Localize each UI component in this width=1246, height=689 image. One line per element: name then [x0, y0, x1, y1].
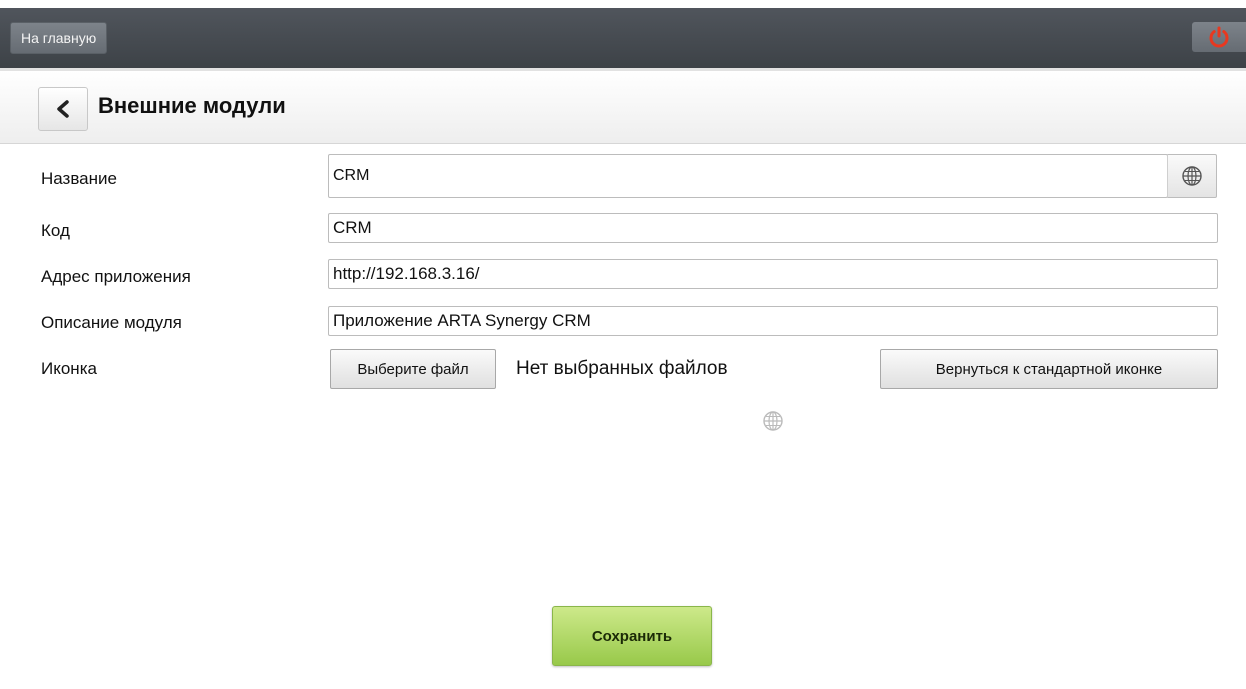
top-toolbar: На главную	[0, 8, 1246, 68]
icon-label: Иконка	[41, 359, 97, 378]
code-label: Код	[41, 221, 70, 240]
power-icon	[1209, 26, 1229, 48]
description-input[interactable]	[328, 306, 1218, 336]
translations-button[interactable]	[1167, 154, 1217, 198]
logout-button[interactable]	[1192, 22, 1246, 52]
chevron-left-icon	[57, 100, 69, 118]
back-button[interactable]	[38, 87, 88, 131]
save-button[interactable]: Сохранить	[552, 606, 712, 666]
no-file-text: Нет выбранных файлов	[516, 358, 728, 379]
globe-icon	[763, 411, 783, 431]
description-label: Описание модуля	[41, 313, 182, 332]
name-input[interactable]	[328, 154, 1168, 198]
choose-file-button[interactable]: Выберите файл	[330, 349, 496, 389]
name-label: Название	[41, 169, 117, 188]
address-input[interactable]	[328, 259, 1218, 289]
page-header: Внешние модули	[0, 68, 1246, 144]
address-label: Адрес приложения	[41, 267, 191, 286]
code-input[interactable]	[328, 213, 1218, 243]
home-button[interactable]: На главную	[10, 22, 108, 54]
page-title: Внешние модули	[98, 93, 286, 118]
reset-icon-button[interactable]: Вернуться к стандартной иконке	[880, 349, 1218, 389]
globe-icon	[1182, 166, 1202, 186]
